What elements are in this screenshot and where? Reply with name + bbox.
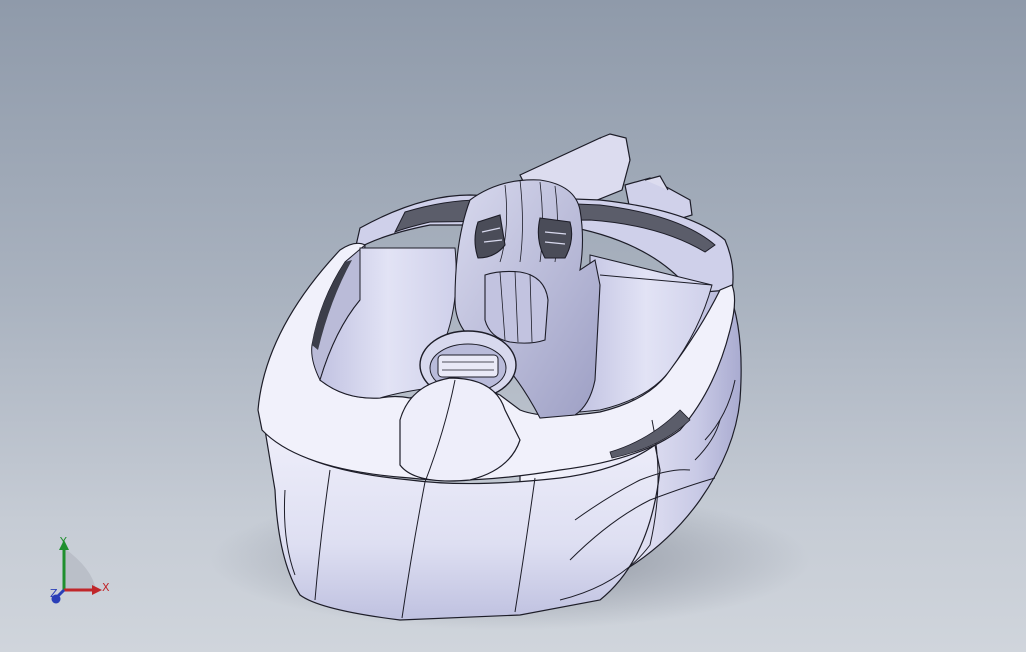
kart-model[interactable]: [0, 0, 1026, 652]
coordinate-triad: X Y Z: [40, 530, 130, 610]
axis-y-label: Y: [60, 535, 67, 548]
nose-cone: [399, 377, 521, 482]
axis-z-label: Z: [50, 587, 58, 600]
graphics-viewport[interactable]: X Y Z: [0, 0, 1026, 652]
axis-x-label: X: [102, 581, 110, 594]
